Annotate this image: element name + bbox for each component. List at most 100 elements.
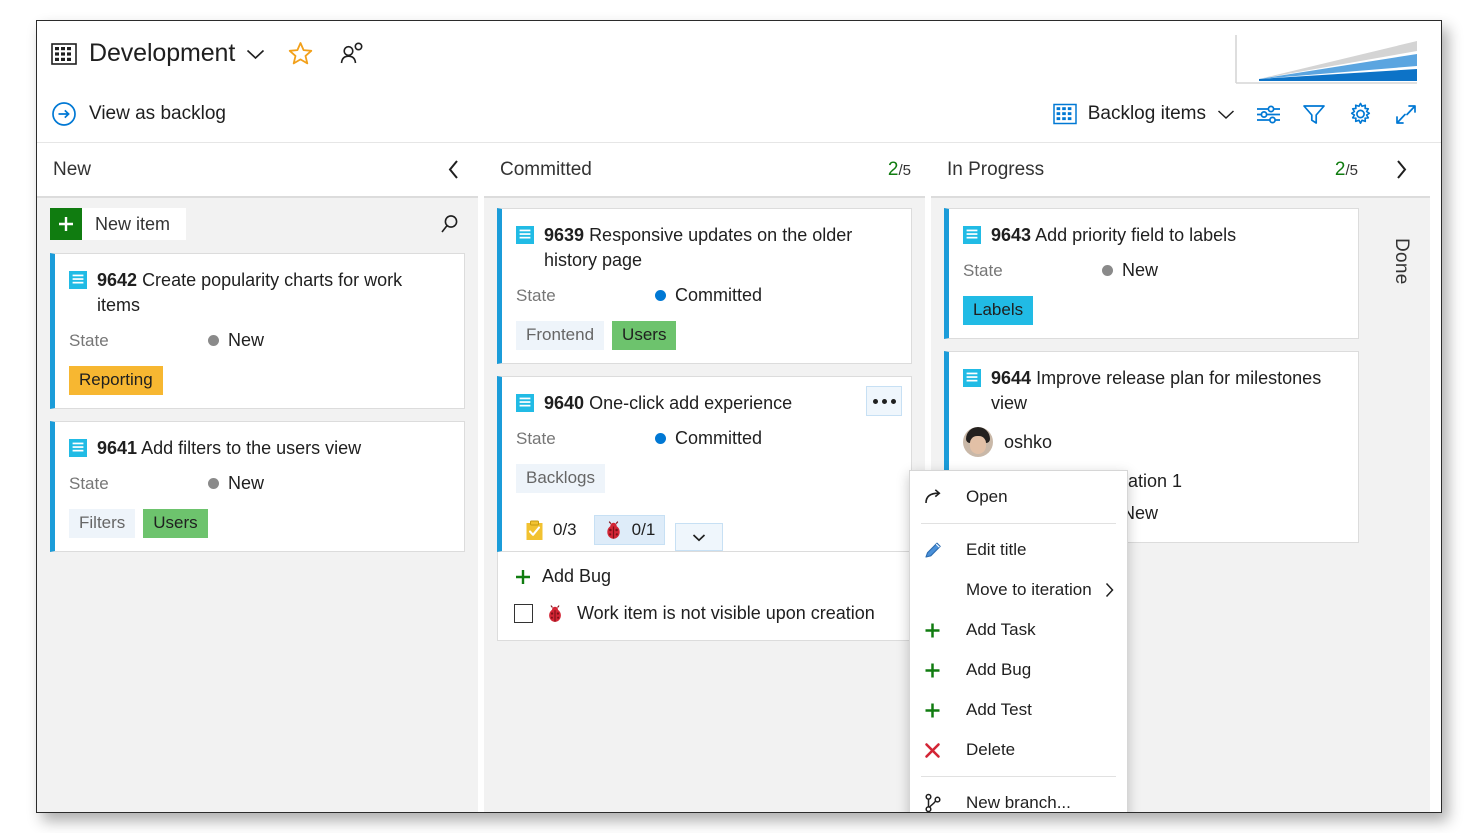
bug-count-label: 0/1 bbox=[631, 520, 656, 539]
card-title-text: Responsive updates on the older history … bbox=[544, 225, 853, 270]
column-new: New item 9642 Create popularity charts f… bbox=[37, 196, 478, 812]
state-value: Committed bbox=[675, 428, 763, 448]
card-9639[interactable]: 9639 Responsive updates on the older his… bbox=[497, 208, 912, 364]
bug-ladybug-icon bbox=[604, 520, 623, 540]
git-branch-icon bbox=[923, 793, 953, 812]
card-tags: Frontend Users bbox=[516, 321, 897, 350]
board-header: Development bbox=[37, 21, 1441, 86]
task-count-chip[interactable]: 0/3 bbox=[516, 516, 586, 545]
column-header-new: New bbox=[37, 143, 478, 196]
tag[interactable]: Backlogs bbox=[516, 464, 605, 493]
wip-counter: 2/5 bbox=[1334, 158, 1358, 180]
gear-icon[interactable] bbox=[1337, 94, 1383, 134]
menu-label: Open bbox=[966, 487, 1008, 506]
chevron-down-icon[interactable] bbox=[675, 523, 724, 551]
plus-green-icon bbox=[923, 621, 953, 640]
card-id: 9641 bbox=[97, 438, 138, 458]
tag[interactable]: Frontend bbox=[516, 321, 605, 350]
backlog-items-label: Backlog items bbox=[1087, 103, 1206, 124]
column-headers: New Committed 2/5 In Progress 2/5 bbox=[37, 143, 1441, 196]
card-tags: Backlogs bbox=[516, 464, 897, 493]
more-actions-icon[interactable] bbox=[866, 386, 902, 416]
menu-label: Add Task bbox=[966, 620, 1036, 639]
star-icon[interactable] bbox=[287, 41, 314, 67]
state-label: State bbox=[69, 330, 109, 350]
card-title-text: Create popularity charts for work items bbox=[97, 270, 403, 315]
new-item-label: New item bbox=[95, 213, 171, 234]
card-tags: Labels bbox=[963, 296, 1344, 325]
chevron-left-icon[interactable] bbox=[443, 157, 464, 182]
menu-item-move-to-iteration[interactable]: Move to iteration bbox=[910, 570, 1127, 610]
menu-item-open[interactable]: Open bbox=[910, 477, 1127, 517]
arrow-right-circle-icon bbox=[51, 101, 77, 127]
column-header-done bbox=[1372, 143, 1430, 196]
work-item-backlog-icon bbox=[963, 369, 981, 387]
board-grid-icon bbox=[1052, 103, 1077, 125]
people-icon[interactable] bbox=[339, 41, 365, 67]
plus-icon bbox=[50, 208, 82, 240]
card-9642[interactable]: 9642 Create popularity charts for work i… bbox=[50, 253, 465, 409]
menu-separator bbox=[921, 776, 1116, 777]
new-item-button[interactable]: New item bbox=[50, 208, 187, 240]
work-item-backlog-icon bbox=[516, 394, 534, 412]
card-tags: Reporting bbox=[69, 366, 450, 395]
chevron-right-icon bbox=[1104, 582, 1115, 598]
card-field-state: State Committed bbox=[516, 285, 897, 306]
expand-diagonal-icon[interactable] bbox=[1383, 94, 1429, 134]
column-title: In Progress bbox=[947, 158, 1045, 180]
menu-label: Delete bbox=[966, 740, 1016, 759]
state-label: State bbox=[516, 285, 556, 305]
menu-item-add-test[interactable]: Add Test bbox=[910, 690, 1127, 730]
bug-count-chip[interactable]: 0/1 bbox=[593, 515, 666, 545]
state-value: Committed bbox=[675, 285, 763, 305]
wip-counter: 2/5 bbox=[887, 158, 911, 180]
menu-item-add-bug[interactable]: Add Bug bbox=[910, 650, 1127, 690]
search-icon[interactable] bbox=[435, 209, 465, 239]
menu-label: New branch... bbox=[966, 793, 1071, 812]
chevron-right-icon[interactable] bbox=[1391, 157, 1412, 182]
tag[interactable]: Filters bbox=[69, 509, 136, 538]
menu-item-edit-title[interactable]: Edit title bbox=[910, 530, 1127, 570]
tag[interactable]: Users bbox=[612, 321, 677, 350]
card-9643[interactable]: 9643 Add priority field to labels State … bbox=[944, 208, 1359, 339]
cumulative-flow-diagram-thumbnail[interactable] bbox=[1233, 33, 1419, 91]
task-clipboard-icon bbox=[525, 520, 544, 541]
state-dot bbox=[208, 478, 219, 489]
tag[interactable]: Users bbox=[143, 509, 208, 538]
menu-item-new-branch[interactable]: New branch... bbox=[910, 783, 1127, 812]
chevron-down-icon[interactable] bbox=[246, 48, 265, 60]
funnel-filter-icon[interactable] bbox=[1291, 94, 1337, 134]
sliders-icon[interactable] bbox=[1245, 94, 1291, 134]
column-title: New bbox=[53, 158, 92, 180]
work-item-backlog-icon bbox=[963, 226, 981, 244]
backlog-items-selector[interactable]: Backlog items bbox=[1043, 94, 1245, 134]
work-item-backlog-icon bbox=[516, 226, 534, 244]
card-id: 9642 bbox=[97, 270, 138, 290]
x-red-icon bbox=[923, 741, 953, 760]
menu-label: Move to iteration bbox=[966, 580, 1092, 599]
card-9640[interactable]: 9640 One-click add experience State Comm… bbox=[497, 376, 912, 552]
menu-item-add-task[interactable]: Add Task bbox=[910, 610, 1127, 650]
view-as-backlog-button[interactable]: View as backlog bbox=[51, 101, 226, 127]
add-bug-button[interactable]: Add Bug bbox=[514, 566, 895, 587]
card-9641[interactable]: 9641 Add filters to the users view State… bbox=[50, 421, 465, 552]
menu-item-delete[interactable]: Delete bbox=[910, 730, 1127, 770]
column-header-in-progress: In Progress 2/5 bbox=[931, 143, 1372, 196]
tag[interactable]: Reporting bbox=[69, 366, 163, 395]
card-child-counts: 0/3 0/1 bbox=[516, 509, 897, 551]
state-value: New bbox=[228, 330, 265, 350]
avatar bbox=[963, 427, 993, 457]
card-id: 9643 bbox=[991, 225, 1032, 245]
card-field-state: State New bbox=[69, 473, 450, 494]
add-bug-panel: Add Bug Work item is not visible upon cr… bbox=[497, 552, 912, 641]
tag[interactable]: Labels bbox=[963, 296, 1034, 325]
column-done-collapsed[interactable]: Done bbox=[1372, 196, 1430, 812]
assignee-name: oshko bbox=[1004, 431, 1053, 452]
board-columns: New item 9642 Create popularity charts f… bbox=[37, 196, 1441, 812]
bug-visibility-checkbox[interactable] bbox=[514, 604, 533, 623]
card-title-text: Improve release plan for milestones view bbox=[991, 368, 1322, 413]
state-value: New bbox=[1122, 260, 1159, 280]
plus-icon bbox=[514, 568, 532, 586]
pencil-edit-icon bbox=[923, 540, 953, 560]
column-header-committed: Committed 2/5 bbox=[484, 143, 925, 196]
